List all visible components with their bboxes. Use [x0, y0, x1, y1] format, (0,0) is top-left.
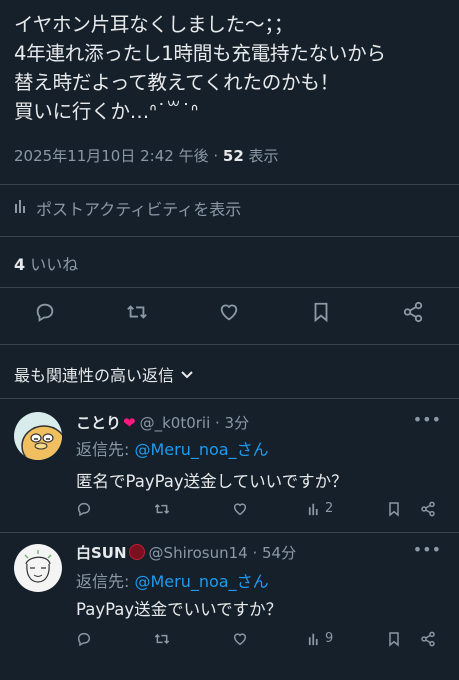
- retweet-button[interactable]: [125, 300, 149, 324]
- view-label: 表示: [243, 147, 279, 165]
- bookmark-button[interactable]: [386, 631, 402, 647]
- like-icon: [233, 503, 247, 516]
- divider: [0, 184, 459, 185]
- tweet-meta: 2025年11月10日 2:42 午後 · 52 表示: [14, 145, 279, 166]
- reply-sort-label: 最も関連性の高い返信: [14, 366, 175, 385]
- retweet-icon: [154, 503, 170, 515]
- chart-icon: [308, 503, 318, 515]
- views-button[interactable]: 9: [308, 631, 333, 646]
- reply-author-name[interactable]: ことり: [76, 414, 121, 432]
- bookmark-button[interactable]: [386, 501, 402, 517]
- reply-button[interactable]: [76, 501, 92, 517]
- reply-to-label: 返信先:: [76, 440, 135, 459]
- reply-icon: [77, 502, 91, 517]
- reply-header: 白SUN @Shirosun14 · 54分: [76, 542, 296, 563]
- more-icon[interactable]: •••: [413, 410, 441, 429]
- divider: [0, 287, 459, 288]
- reply-sort-dropdown[interactable]: 最も関連性の高い返信: [14, 362, 194, 386]
- reply-item[interactable]: 白SUN @Shirosun14 · 54分 ••• 返信先: @Meru_noa…: [0, 532, 459, 680]
- bookmark-icon: [389, 632, 399, 647]
- views-count: 9: [325, 631, 334, 646]
- reply-button[interactable]: [33, 300, 57, 324]
- chart-icon: [308, 633, 318, 645]
- reply-to-user-link[interactable]: @Meru_noa_さん: [134, 572, 268, 591]
- bookmark-button[interactable]: [309, 300, 333, 324]
- view-count: 52: [222, 147, 244, 165]
- bookmark-icon: [389, 502, 399, 517]
- retweet-button[interactable]: [154, 631, 170, 647]
- reply-author-handle[interactable]: @_k0t0rii · 3分: [140, 414, 250, 432]
- reply-to: 返信先: @Meru_noa_さん: [76, 436, 269, 460]
- reply-item[interactable]: ことり ❤ @_k0t0rii · 3分 ••• 返信先: @Meru_noa_さん…: [0, 398, 459, 532]
- likes-count: 4: [14, 255, 26, 274]
- reply-icon: [36, 303, 54, 322]
- share-button[interactable]: [420, 631, 436, 647]
- retweet-icon: [127, 305, 147, 319]
- avatar[interactable]: [14, 412, 62, 460]
- tweet-text: イヤホン片耳なくしました〜；； 4年連れ添ったし1時間も充電持たないから 替え時…: [14, 13, 386, 123]
- bookmark-icon: [314, 302, 328, 323]
- retweet-icon: [154, 633, 170, 645]
- views-count: 2: [325, 501, 334, 516]
- reply-button[interactable]: [76, 631, 92, 647]
- reply-action-bar: 2: [76, 501, 446, 521]
- divider: [0, 344, 459, 345]
- tweet-action-bar: [0, 300, 459, 332]
- reply-action-bar: 9: [76, 631, 446, 651]
- share-icon: [421, 501, 435, 517]
- more-icon[interactable]: •••: [413, 540, 441, 559]
- divider: [0, 236, 459, 237]
- post-activity-link[interactable]: ポストアクティビティを表示: [14, 196, 241, 220]
- like-button[interactable]: [232, 631, 248, 647]
- like-icon: [220, 304, 238, 321]
- share-icon: [403, 301, 423, 323]
- tweet-datetime[interactable]: 2025年11月10日 2:42 午後: [14, 147, 209, 165]
- reply-to-label: 返信先:: [76, 572, 135, 591]
- share-button[interactable]: [401, 300, 425, 324]
- reply-author-handle[interactable]: @Shirosun14 · 54分: [149, 544, 297, 562]
- post-activity-label: ポストアクティビティを表示: [36, 200, 242, 219]
- avatar[interactable]: [14, 544, 62, 592]
- heart-emoji-icon: ❤: [123, 414, 136, 432]
- chart-icon: [14, 198, 30, 218]
- reply-text: PayPay送金でいいですか？: [76, 600, 283, 619]
- like-button[interactable]: [232, 501, 248, 517]
- reply-header: ことり ❤ @_k0t0rii · 3分: [76, 412, 249, 433]
- share-button[interactable]: [420, 501, 436, 517]
- views-button[interactable]: 2: [308, 501, 333, 516]
- reply-to: 返信先: @Meru_noa_さん: [76, 568, 269, 592]
- meta-separator: ·: [208, 147, 223, 165]
- reply-author-name[interactable]: 白SUN: [76, 544, 127, 562]
- share-icon: [421, 631, 435, 647]
- reply-icon: [77, 632, 91, 647]
- chevron-down-icon: [181, 371, 193, 379]
- retweet-button[interactable]: [154, 501, 170, 517]
- likes-link[interactable]: 4 いいね: [14, 251, 78, 275]
- reply-text: 匿名でPayPay送金していいですか？: [76, 472, 348, 491]
- like-button[interactable]: [217, 300, 241, 324]
- likes-label: いいね: [30, 255, 79, 274]
- like-icon: [233, 633, 247, 646]
- reply-to-user-link[interactable]: @Meru_noa_さん: [134, 440, 268, 459]
- emoji-icon: [128, 544, 145, 560]
